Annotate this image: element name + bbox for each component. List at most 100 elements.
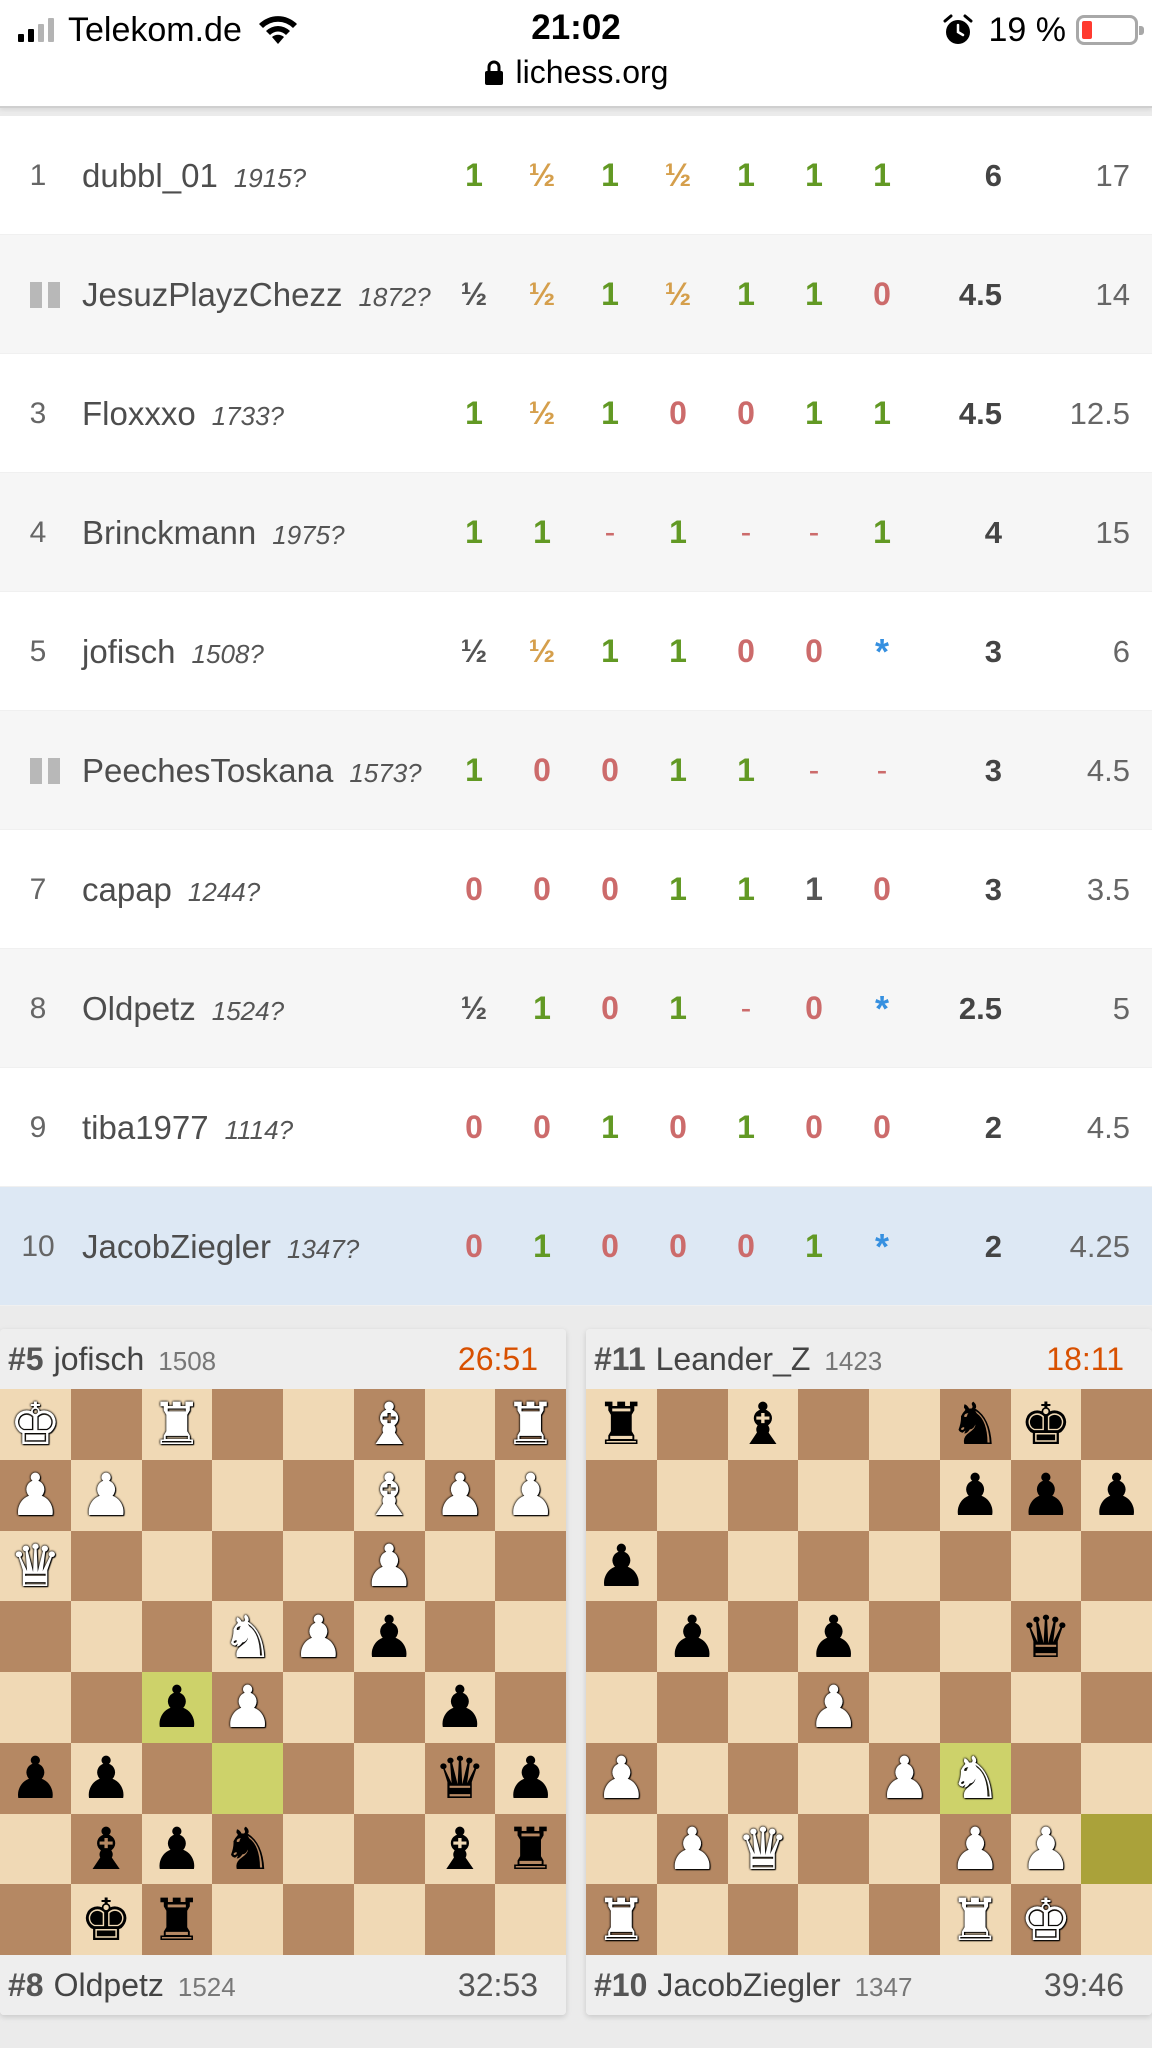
- round-result[interactable]: -: [726, 949, 766, 1068]
- player-name[interactable]: Leander_Z: [656, 1341, 811, 1377]
- round-result[interactable]: 0: [862, 235, 902, 354]
- address-bar[interactable]: lichess.org: [0, 54, 1152, 91]
- square-h3[interactable]: [1081, 1742, 1152, 1814]
- round-result[interactable]: -: [794, 711, 834, 830]
- round-result[interactable]: 1: [658, 830, 698, 949]
- square-g7[interactable]: ♟: [424, 1459, 496, 1531]
- square-h2[interactable]: [1081, 1813, 1152, 1885]
- square-d4[interactable]: ♟: [212, 1672, 283, 1743]
- square-e4[interactable]: [869, 1672, 940, 1743]
- black-pawn-icon[interactable]: ♟: [949, 1466, 1001, 1524]
- square-d8[interactable]: [212, 1389, 283, 1460]
- black-pawn-icon[interactable]: ♟: [595, 1537, 647, 1595]
- square-h4[interactable]: [495, 1672, 566, 1743]
- round-result[interactable]: 1: [794, 354, 834, 473]
- square-d3[interactable]: [212, 1742, 283, 1814]
- square-f5[interactable]: [939, 1601, 1011, 1672]
- square-c7[interactable]: [727, 1459, 799, 1531]
- white-bishop-icon[interactable]: ♝: [363, 1466, 415, 1524]
- player-info[interactable]: #11 Leander_Z 1423: [594, 1329, 882, 1391]
- player-name[interactable]: jofisch: [54, 1341, 145, 1377]
- round-result[interactable]: 0: [522, 1068, 562, 1187]
- square-f4[interactable]: [939, 1672, 1011, 1743]
- square-f5[interactable]: ♟: [353, 1601, 425, 1672]
- black-knight-icon[interactable]: ♞: [949, 1395, 1001, 1453]
- square-h8[interactable]: [1081, 1389, 1152, 1460]
- square-f2[interactable]: [353, 1813, 425, 1885]
- player-name[interactable]: capap: [82, 871, 172, 908]
- black-rook-icon[interactable]: ♜: [595, 1395, 647, 1453]
- player-name[interactable]: JesuzPlayzChezz: [82, 276, 342, 313]
- player-name-cell[interactable]: PeechesToskana 1573?: [82, 711, 422, 833]
- player-name[interactable]: Floxxxo: [82, 395, 196, 432]
- player-name[interactable]: JacobZiegler: [82, 1228, 271, 1265]
- square-e1[interactable]: [869, 1884, 940, 1955]
- round-result[interactable]: 0: [862, 1068, 902, 1187]
- square-b7[interactable]: ♟: [70, 1459, 142, 1531]
- black-bishop-icon[interactable]: ♝: [80, 1820, 132, 1878]
- round-result[interactable]: 1: [726, 116, 766, 235]
- square-a3[interactable]: ♟: [586, 1742, 657, 1814]
- square-b4[interactable]: [656, 1672, 728, 1743]
- round-result[interactable]: 0: [794, 949, 834, 1068]
- square-e2[interactable]: [283, 1813, 354, 1885]
- square-b6[interactable]: [70, 1530, 142, 1602]
- player-name-cell[interactable]: Oldpetz 1524?: [82, 949, 284, 1071]
- square-a7[interactable]: ♟: [0, 1459, 71, 1531]
- square-f1[interactable]: ♜: [939, 1884, 1011, 1955]
- white-pawn-icon[interactable]: ♟: [595, 1749, 647, 1807]
- black-king-icon[interactable]: ♚: [80, 1891, 132, 1949]
- square-d1[interactable]: [212, 1884, 283, 1955]
- square-b7[interactable]: [656, 1459, 728, 1531]
- square-f1[interactable]: [353, 1884, 425, 1955]
- player-name-cell[interactable]: Floxxxo 1733?: [82, 354, 284, 476]
- black-pawn-icon[interactable]: ♟: [666, 1608, 718, 1666]
- square-e7[interactable]: [869, 1459, 940, 1531]
- square-b4[interactable]: [70, 1672, 142, 1743]
- round-result[interactable]: 0: [726, 354, 766, 473]
- square-c1[interactable]: ♜: [141, 1884, 213, 1955]
- square-d6[interactable]: [798, 1530, 869, 1602]
- round-result[interactable]: *: [862, 949, 902, 1068]
- square-h1[interactable]: [1081, 1884, 1152, 1955]
- black-pawn-icon[interactable]: ♟: [9, 1749, 61, 1807]
- player-name[interactable]: Oldpetz: [82, 990, 196, 1027]
- square-c1[interactable]: [727, 1884, 799, 1955]
- square-b2[interactable]: ♝: [70, 1813, 142, 1885]
- square-c6[interactable]: [727, 1530, 799, 1602]
- square-e6[interactable]: [283, 1530, 354, 1602]
- round-result[interactable]: 1: [590, 592, 630, 711]
- square-h2[interactable]: ♜: [495, 1813, 566, 1885]
- player-name[interactable]: tiba1977: [82, 1109, 209, 1146]
- square-d1[interactable]: [798, 1884, 869, 1955]
- white-pawn-icon[interactable]: ♟: [9, 1466, 61, 1524]
- square-a5[interactable]: [586, 1601, 657, 1672]
- round-result[interactable]: ½: [522, 354, 562, 473]
- round-result[interactable]: 1: [454, 711, 494, 830]
- table-row[interactable]: 4 Brinckmann 1975? 1 1-1- -1 4 15: [0, 473, 1152, 592]
- round-result[interactable]: 1: [862, 116, 902, 235]
- square-a3[interactable]: ♟: [0, 1742, 71, 1814]
- player-name[interactable]: dubbl_01: [82, 157, 218, 194]
- black-pawn-icon[interactable]: ♟: [151, 1678, 203, 1736]
- square-g3[interactable]: [1010, 1742, 1082, 1814]
- round-result[interactable]: 1: [590, 1068, 630, 1187]
- square-c2[interactable]: ♟: [141, 1813, 213, 1885]
- square-e3[interactable]: [283, 1742, 354, 1814]
- square-c6[interactable]: [141, 1530, 213, 1602]
- round-result[interactable]: ½: [522, 116, 562, 235]
- player-name[interactable]: PeechesToskana: [82, 752, 333, 789]
- black-pawn-icon[interactable]: ♟: [1020, 1466, 1072, 1524]
- player-name[interactable]: Oldpetz: [54, 1967, 164, 2003]
- square-g7[interactable]: ♟: [1010, 1459, 1082, 1531]
- square-c7[interactable]: [141, 1459, 213, 1531]
- square-d6[interactable]: [212, 1530, 283, 1602]
- table-row[interactable]: 8 Oldpetz 1524? ½ 1 0 1-0 * 2.5 5: [0, 949, 1152, 1068]
- round-result[interactable]: 0: [522, 830, 562, 949]
- square-f7[interactable]: ♝: [353, 1459, 425, 1531]
- square-g6[interactable]: [1010, 1530, 1082, 1602]
- square-h7[interactable]: ♟: [495, 1459, 566, 1531]
- black-pawn-icon[interactable]: ♟: [434, 1678, 486, 1736]
- square-e3[interactable]: ♟: [869, 1742, 940, 1814]
- player-name[interactable]: jofisch: [82, 633, 176, 670]
